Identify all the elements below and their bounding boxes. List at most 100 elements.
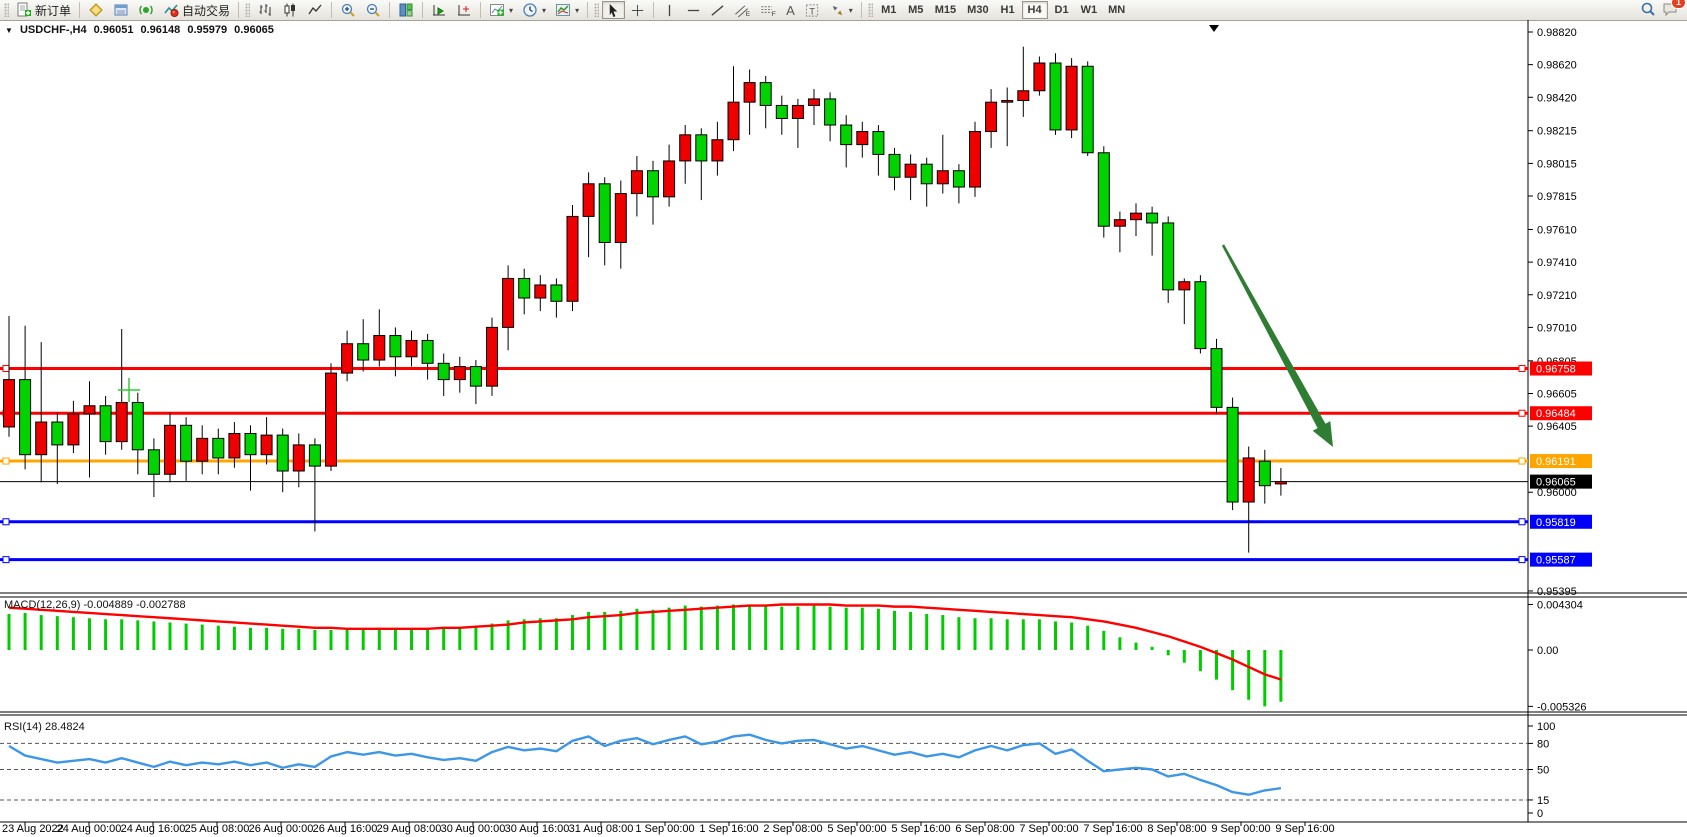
candle	[905, 164, 916, 177]
toolbar-grip[interactable]	[594, 3, 599, 17]
hline-0.96191[interactable]	[0, 458, 1528, 464]
svg-text:0.98215: 0.98215	[1537, 126, 1577, 138]
timeframe-button-h1[interactable]: H1	[995, 1, 1021, 19]
svg-text:0.95587: 0.95587	[1536, 555, 1576, 567]
tile-windows-button[interactable]	[394, 1, 418, 19]
candle	[132, 402, 143, 449]
cursor-tool-button[interactable]	[602, 1, 625, 19]
auto-trading-label: 自动交易	[182, 2, 230, 19]
chart-symbol: USDCHF-,H4	[20, 24, 87, 36]
trendline-tool-button[interactable]	[706, 1, 729, 19]
zoom-out-button[interactable]	[361, 1, 385, 19]
candle	[809, 99, 820, 106]
svg-text:2 Sep 08:00: 2 Sep 08:00	[763, 823, 822, 835]
timeframe-button-m5[interactable]: M5	[903, 1, 929, 19]
templates-button[interactable]: ▾	[551, 1, 583, 19]
bar-chart-icon	[257, 2, 273, 18]
auto-scroll-button[interactable]	[427, 1, 451, 19]
notification-badge: 1	[1671, 0, 1686, 9]
navigator-button[interactable]	[134, 1, 158, 19]
text-label-tool-button[interactable]: T	[800, 1, 825, 19]
candle	[148, 450, 159, 474]
svg-text:0.96605: 0.96605	[1537, 388, 1577, 400]
text-label-icon: T	[804, 3, 821, 18]
svg-text:0.98015: 0.98015	[1537, 158, 1577, 170]
timeframe-button-d1[interactable]: D1	[1049, 1, 1075, 19]
candlestick-mode-button[interactable]	[278, 1, 302, 19]
hline-0.96758[interactable]	[0, 366, 1528, 372]
timeframe-button-mn[interactable]: MN	[1103, 1, 1130, 19]
line-chart-icon	[307, 2, 323, 18]
fibonacci-tool-button[interactable]: F	[756, 1, 781, 19]
candle	[760, 83, 771, 106]
macd-axis: 0.0043040.00-0.005326	[1528, 599, 1587, 713]
chart-canvas[interactable]: 0.988200.986200.984200.982150.980150.978…	[0, 20, 1687, 837]
candle	[535, 285, 546, 298]
hline-0.96484[interactable]	[0, 410, 1528, 416]
zoom-in-button[interactable]	[336, 1, 360, 19]
candle	[567, 216, 578, 301]
candle	[503, 278, 514, 327]
time-axis[interactable]: 23 Aug 202224 Aug 00:0024 Aug 16:0025 Au…	[2, 822, 1335, 835]
crosshair-tool-button[interactable]	[626, 1, 649, 19]
timeframe-button-h4[interactable]: H4	[1022, 1, 1048, 19]
macd-indicator-label: MACD(12,26,9) -0.004889 -0.002788	[4, 599, 186, 611]
price-high: 0.96148	[141, 24, 181, 36]
timeframe-button-m30[interactable]: M30	[962, 1, 993, 19]
chart-shift-button[interactable]	[452, 1, 476, 19]
data-window-icon	[113, 2, 129, 18]
market-watch-button[interactable]	[84, 1, 108, 19]
horizontal-lines[interactable]	[0, 366, 1528, 563]
new-order-label: 新订单	[35, 2, 71, 19]
svg-text:E: E	[746, 11, 751, 18]
arrows-shapes-icon	[830, 3, 845, 18]
candle	[680, 135, 691, 161]
notifications-button[interactable]: 1	[1662, 1, 1679, 20]
svg-text:15: 15	[1537, 795, 1549, 807]
arrows-tool-button[interactable]: ▾	[826, 1, 857, 19]
candle	[1002, 101, 1013, 103]
timeframe-button-w1[interactable]: W1	[1076, 1, 1103, 19]
svg-text:0.98620: 0.98620	[1537, 60, 1577, 72]
candle	[599, 184, 610, 243]
svg-text:0: 0	[1537, 808, 1543, 820]
text-tool-button[interactable]: A	[782, 1, 799, 19]
candle	[841, 125, 852, 145]
candle	[116, 402, 127, 441]
timeframe-button-m1[interactable]: M1	[876, 1, 902, 19]
svg-text:7 Sep 16:00: 7 Sep 16:00	[1083, 823, 1142, 835]
timeframe-button-m15[interactable]: M15	[930, 1, 961, 19]
search-icon[interactable]	[1640, 1, 1656, 20]
new-order-button[interactable]: 新订单	[12, 1, 75, 19]
periods-button[interactable]: ▾	[518, 1, 550, 19]
price-axis[interactable]: 0.988200.986200.984200.982150.980150.978…	[1528, 27, 1577, 598]
candle	[197, 438, 208, 461]
collapse-arrow-icon[interactable]: ▼	[5, 26, 13, 35]
data-window-button[interactable]	[109, 1, 133, 19]
toolbar-grip[interactable]	[868, 3, 873, 17]
chart-shift-marker[interactable]	[1209, 25, 1219, 32]
toolbar-grip[interactable]	[4, 3, 9, 17]
candle	[487, 327, 498, 386]
svg-text:30 Aug 00:00: 30 Aug 00:00	[441, 823, 506, 835]
navigator-icon	[138, 2, 154, 18]
candle	[712, 140, 723, 161]
svg-text:29 Aug 08:00: 29 Aug 08:00	[377, 823, 442, 835]
horizontal-line-tool-button[interactable]	[682, 1, 705, 19]
candle	[1211, 349, 1222, 408]
candle	[1066, 66, 1077, 130]
indicators-button[interactable]: ▾	[485, 1, 517, 19]
candles-layer	[4, 47, 1287, 553]
hline-0.95819[interactable]	[0, 519, 1528, 525]
bar-chart-mode-button[interactable]	[253, 1, 277, 19]
channel-tool-button[interactable]: E	[730, 1, 755, 19]
candle	[857, 132, 868, 145]
hline-0.95587[interactable]	[0, 557, 1528, 563]
auto-trading-button[interactable]: 自动交易	[159, 1, 234, 19]
svg-text:0.98820: 0.98820	[1537, 27, 1577, 39]
axis-price-label-0.96484: 0.96484	[1530, 406, 1592, 420]
toolbar-grip[interactable]	[245, 3, 250, 17]
svg-text:50: 50	[1537, 765, 1549, 777]
vertical-line-tool-button[interactable]	[658, 1, 681, 19]
line-chart-mode-button[interactable]	[303, 1, 327, 19]
